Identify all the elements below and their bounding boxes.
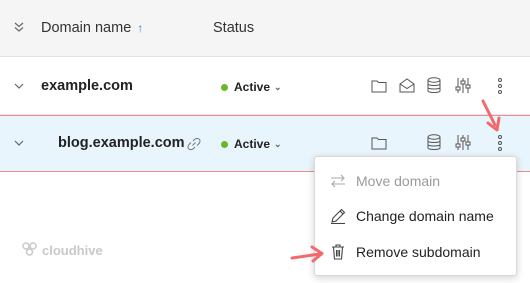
menu-item-label: Move domain bbox=[356, 173, 441, 189]
collapse-all-icon[interactable] bbox=[13, 21, 25, 33]
menu-item-remove-subdomain[interactable]: Remove subdomain bbox=[315, 234, 516, 270]
database-icon[interactable] bbox=[427, 134, 441, 151]
chevron-down-icon: ⌄ bbox=[274, 138, 282, 149]
context-menu: Move domain Change domain name Remove su… bbox=[314, 156, 517, 276]
status-label: Active bbox=[234, 80, 271, 94]
annotation-arrow-right bbox=[290, 244, 326, 271]
pencil-icon bbox=[329, 207, 347, 225]
status-dropdown[interactable]: Active ⌄ bbox=[221, 80, 282, 94]
cloudhive-logo: cloudhive bbox=[22, 242, 103, 259]
status-label: Active bbox=[234, 137, 271, 151]
logo-text: cloudhive bbox=[42, 243, 103, 258]
move-arrows-icon bbox=[329, 172, 347, 190]
settings-sliders-icon[interactable] bbox=[455, 134, 471, 151]
folder-icon[interactable] bbox=[371, 136, 387, 150]
column-header-domain-name[interactable]: Domain name ↑ bbox=[41, 20, 143, 36]
link-icon[interactable] bbox=[187, 137, 201, 151]
expand-row-icon[interactable] bbox=[14, 82, 24, 90]
column-header-status[interactable]: Status bbox=[213, 20, 254, 36]
database-icon[interactable] bbox=[427, 77, 441, 94]
expand-row-icon[interactable] bbox=[14, 139, 24, 147]
menu-item-label: Change domain name bbox=[356, 208, 494, 224]
trash-icon bbox=[329, 243, 347, 261]
chevron-down-icon: ⌄ bbox=[274, 81, 282, 92]
more-options-icon[interactable] bbox=[497, 78, 503, 94]
domain-name[interactable]: example.com bbox=[41, 78, 133, 94]
sort-ascending-icon[interactable]: ↑ bbox=[137, 21, 143, 35]
status-dropdown[interactable]: Active ⌄ bbox=[221, 137, 282, 151]
annotation-arrow-down bbox=[480, 99, 502, 138]
active-status-dot bbox=[221, 140, 228, 148]
subdomain-name[interactable]: blog.example.com bbox=[58, 135, 185, 151]
menu-item-move-domain: Move domain bbox=[315, 163, 516, 199]
mail-icon[interactable] bbox=[399, 78, 415, 93]
active-status-dot bbox=[221, 83, 228, 91]
settings-sliders-icon[interactable] bbox=[455, 77, 471, 94]
menu-item-label: Remove subdomain bbox=[356, 244, 481, 260]
column-header-domain-label: Domain name bbox=[41, 20, 132, 36]
logo-mark-icon bbox=[22, 242, 38, 259]
menu-item-change-domain-name[interactable]: Change domain name bbox=[315, 198, 516, 234]
folder-icon[interactable] bbox=[371, 79, 387, 93]
